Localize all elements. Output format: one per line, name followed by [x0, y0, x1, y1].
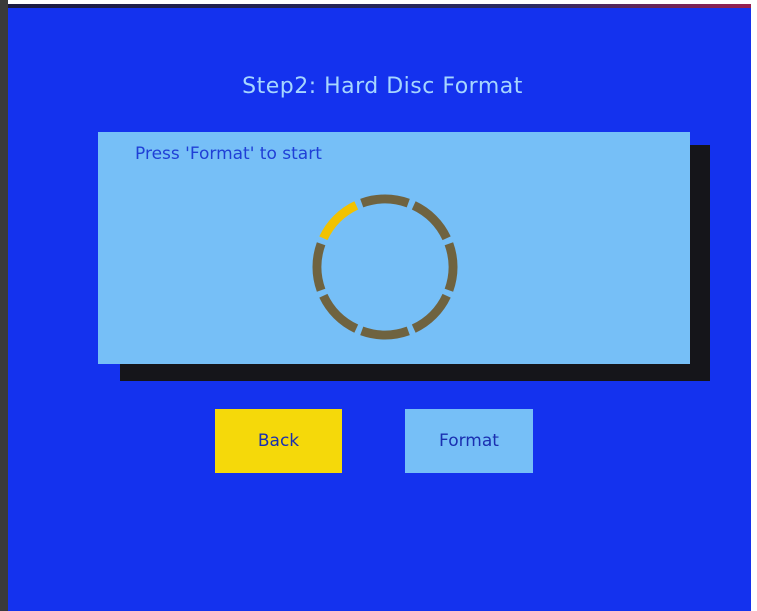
progress-segment-pending	[411, 293, 451, 333]
progress-segment-pending	[444, 242, 458, 292]
progress-segment-pending	[360, 326, 410, 340]
progress-segment-pending	[312, 242, 326, 292]
progress-segment-pending	[360, 194, 410, 208]
page-title: Step2: Hard Disc Format	[242, 74, 523, 99]
format-button[interactable]: Format	[405, 409, 533, 473]
status-panel: Press 'Format' to start	[98, 132, 690, 364]
progress-segment-pending	[411, 201, 451, 241]
top-strip	[8, 4, 757, 8]
progress-segment-complete	[319, 201, 359, 241]
status-prompt: Press 'Format' to start	[135, 144, 322, 164]
format-screen: Step2: Hard Disc Format Press 'Format' t…	[8, 4, 757, 611]
back-button[interactable]: Back	[215, 409, 342, 473]
progress-ring	[312, 194, 458, 340]
progress-segment-pending	[319, 293, 359, 333]
left-border	[0, 0, 8, 611]
